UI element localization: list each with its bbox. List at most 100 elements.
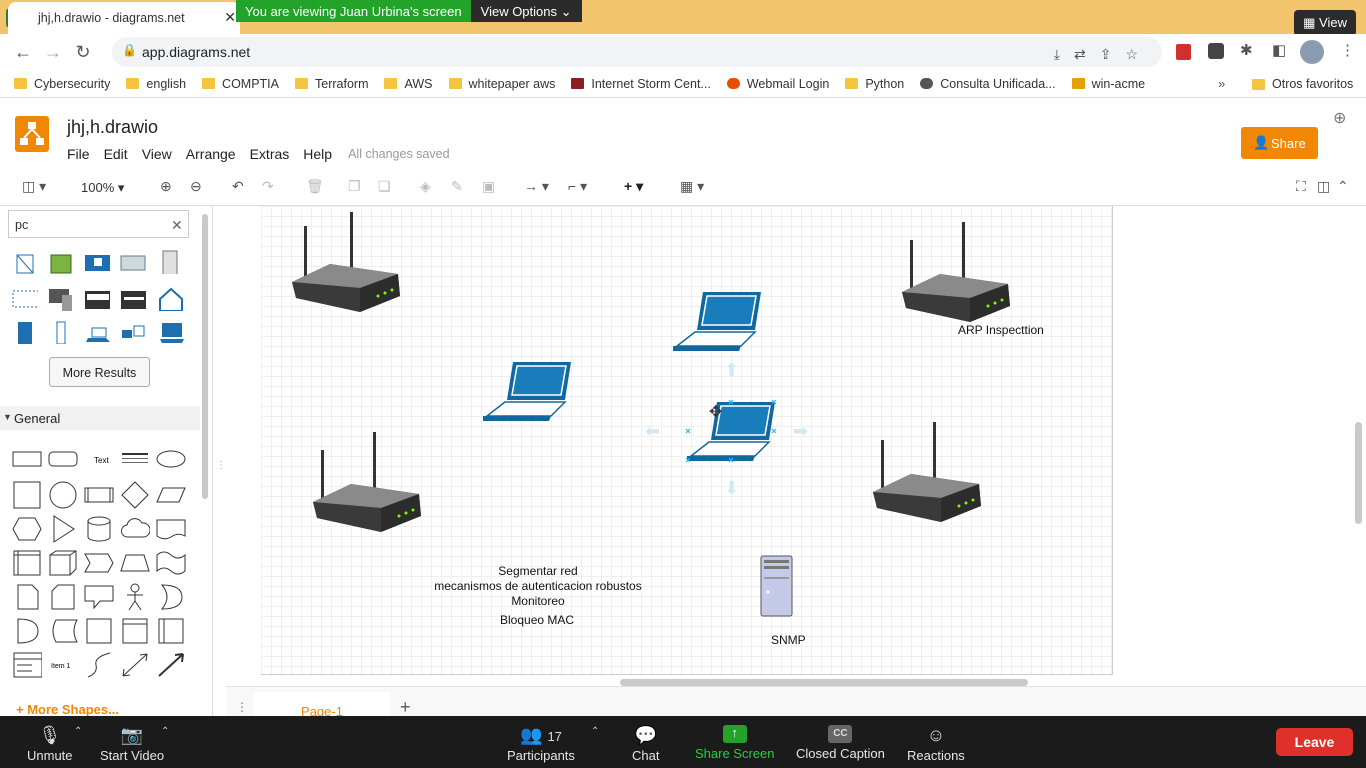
square-shape-2[interactable] [84, 617, 114, 645]
more-shapes-link[interactable]: + More Shapes... [16, 702, 119, 717]
bookmark-item[interactable]: COMPTIA [202, 77, 279, 91]
shape-result[interactable] [48, 320, 74, 344]
shape-result[interactable] [84, 287, 110, 311]
shape-result[interactable] [120, 252, 146, 276]
unmute-button[interactable]: 🎙 Unmute [27, 725, 73, 763]
circle-shape[interactable] [48, 481, 78, 509]
security-notes-label[interactable]: Segmentar red mecanismos de autenticacio… [428, 564, 648, 609]
bookmark-item[interactable]: Terraform [295, 77, 368, 91]
shape-result[interactable] [84, 320, 110, 344]
router-icon[interactable] [871, 422, 983, 532]
card-shape[interactable] [48, 583, 78, 611]
shape-result[interactable] [120, 287, 146, 311]
router-icon[interactable] [290, 212, 402, 322]
textbox-shape[interactable] [120, 448, 150, 470]
bookmark-item[interactable]: english [126, 77, 186, 91]
process-shape[interactable] [84, 481, 114, 509]
delay-shape[interactable] [12, 617, 42, 645]
shape-result[interactable] [84, 252, 110, 276]
cube-shape[interactable] [48, 549, 78, 577]
side-panel-icon[interactable]: ◧ [1272, 41, 1286, 59]
sidebar-scrollbar[interactable] [202, 214, 208, 499]
menu-view[interactable]: View [142, 146, 172, 162]
start-video-button[interactable]: 📷 Start Video [100, 725, 164, 763]
square-shape[interactable] [12, 481, 42, 509]
shape-result[interactable] [12, 320, 38, 344]
view-button[interactable]: ▦ View [1294, 10, 1356, 36]
connect-down-arrow-icon[interactable]: ⬇ [724, 478, 739, 499]
sidebar-resize-handle[interactable]: ⋮ [216, 460, 226, 471]
hexagon-shape[interactable] [12, 515, 42, 543]
menu-file[interactable]: File [67, 146, 90, 162]
view-options-button[interactable]: View Options ⌄ [470, 0, 582, 22]
reload-icon[interactable]: ↻ [68, 42, 98, 63]
format-toggle-icon[interactable]: ◫ [1317, 178, 1330, 195]
closed-caption-button[interactable]: CC Closed Caption [796, 725, 885, 761]
insert-icon[interactable]: + ▾ [624, 178, 643, 195]
translate-icon[interactable]: ⇄ [1074, 46, 1086, 63]
add-page-icon[interactable]: + [400, 697, 411, 718]
container-shape[interactable] [120, 617, 150, 645]
zoom-select[interactable]: 100% ▾ [81, 180, 124, 196]
mac-blocking-label[interactable]: Bloqueo MAC [500, 613, 574, 627]
pages-menu-icon[interactable]: ⋮ [236, 700, 248, 714]
shape-result[interactable] [12, 252, 38, 276]
chat-button[interactable]: 💬 Chat [632, 725, 659, 763]
shape-result[interactable] [48, 252, 74, 276]
pdf-extension-icon[interactable] [1176, 44, 1191, 60]
arp-inspection-label[interactable]: ARP Inspecttion [958, 323, 1044, 337]
participants-chevron-icon[interactable]: ⌃ [591, 726, 599, 737]
cylinder-shape[interactable] [84, 515, 114, 543]
share-screen-button[interactable]: ↑ Share Screen [695, 725, 775, 761]
connect-right-arrow-icon[interactable]: ➡ [793, 421, 808, 442]
back-icon[interactable]: ← [8, 42, 38, 63]
swimlane-shape[interactable] [156, 617, 186, 645]
install-icon[interactable]: ⤓ [1054, 46, 1060, 63]
snmp-label[interactable]: SNMP [771, 633, 806, 647]
chrome-menu-icon[interactable]: ⋮ [1340, 41, 1355, 59]
laptop-icon[interactable] [671, 290, 763, 354]
vertical-scrollbar[interactable] [1355, 422, 1362, 524]
bookmark-item[interactable]: Cybersecurity [14, 77, 110, 91]
forward-icon[interactable]: → [38, 42, 68, 63]
share-button[interactable]: 👤 Share [1241, 127, 1318, 159]
format-panel-icon[interactable]: ◫ ▾ [22, 178, 46, 195]
extension-icon[interactable] [1208, 43, 1224, 59]
bookmark-item[interactable]: whitepaper aws [448, 77, 555, 91]
zoom-in-icon[interactable]: ⊕ [160, 178, 172, 195]
rounded-rectangle-shape[interactable] [48, 448, 78, 470]
diamond-shape[interactable] [120, 481, 150, 509]
trapezoid-shape[interactable] [120, 549, 150, 577]
bookmark-item[interactable]: win-acme [1071, 77, 1145, 91]
other-bookmarks[interactable]: Otros favoritos [1252, 77, 1353, 91]
zoom-out-icon[interactable]: ⊖ [190, 178, 202, 195]
tab-page-1[interactable]: Page-1 [254, 692, 390, 719]
file-name[interactable]: jhj,h.drawio [67, 117, 158, 138]
shape-result[interactable] [158, 250, 184, 274]
document-shape[interactable] [156, 515, 186, 543]
note-shape[interactable] [12, 583, 42, 611]
menu-help[interactable]: Help [303, 146, 332, 162]
video-options-chevron-icon[interactable]: ⌃ [161, 726, 169, 737]
cloud-shape[interactable] [120, 515, 150, 543]
menu-extras[interactable]: Extras [250, 146, 290, 162]
bookmark-item[interactable]: Python [845, 77, 904, 91]
internal-storage-shape[interactable] [12, 549, 42, 577]
audio-options-chevron-icon[interactable]: ⌃ [74, 726, 82, 737]
waypoints-icon[interactable]: ⌐ ▾ [568, 178, 587, 195]
laptop-icon[interactable] [481, 360, 573, 424]
shape-result[interactable] [48, 287, 74, 311]
arrow-shape[interactable] [156, 651, 186, 679]
share-page-icon[interactable]: ⇪ [1100, 46, 1112, 63]
server-icon[interactable] [760, 555, 794, 617]
shape-result[interactable] [158, 320, 184, 344]
shape-result[interactable] [158, 287, 184, 311]
list-item-shape[interactable]: Item 1 [48, 651, 78, 679]
clear-search-icon[interactable]: ✕ [171, 217, 183, 234]
bookmark-star-icon[interactable]: ☆ [1125, 46, 1138, 63]
list-shape[interactable] [12, 651, 42, 679]
address-bar[interactable]: 🔒 app.diagrams.net ⤓ ⇄ ⇪ ☆ [112, 37, 1162, 67]
close-tab-icon[interactable]: ✕ [224, 9, 236, 26]
language-globe-icon[interactable]: ⊕ [1333, 108, 1346, 128]
bookmark-item[interactable]: Webmail Login [726, 77, 829, 91]
